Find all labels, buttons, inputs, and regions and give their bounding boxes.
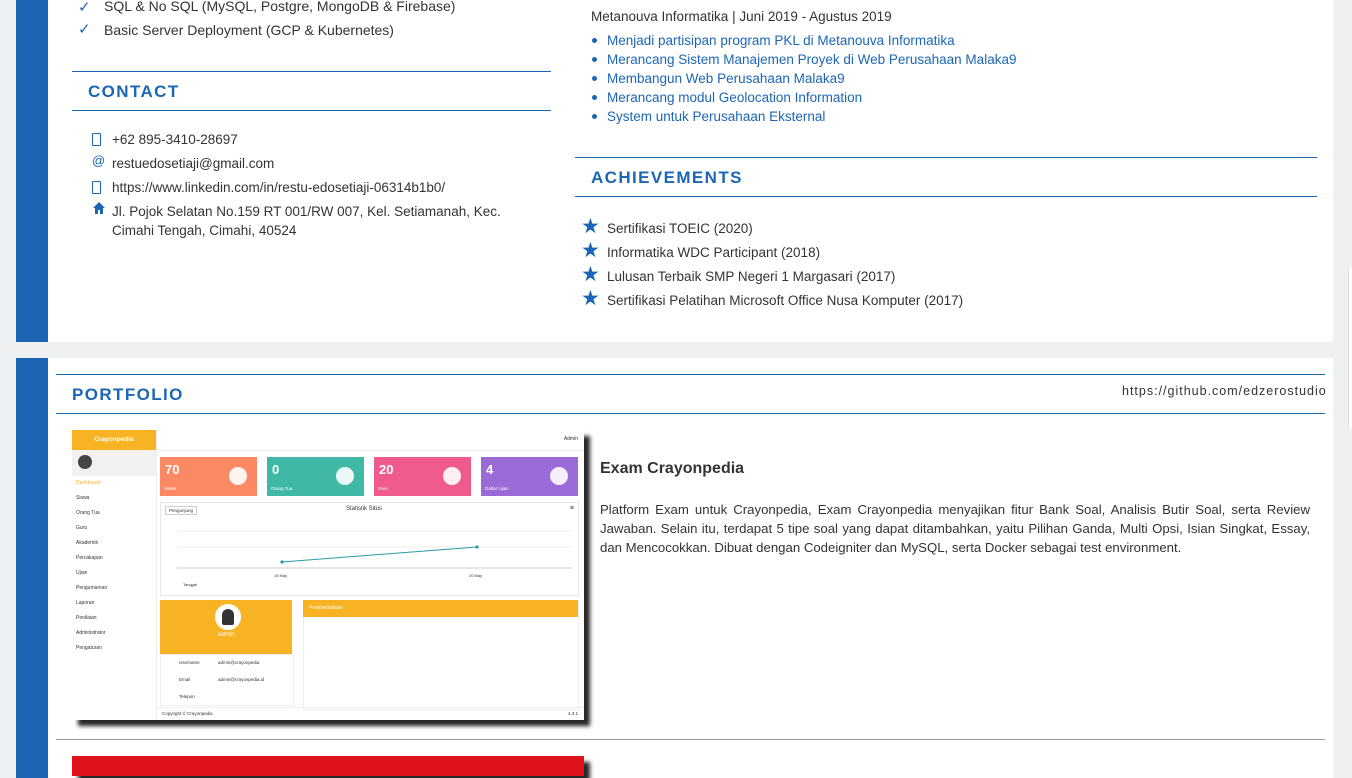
project-description: Platform Exam untuk Crayonpedia, Exam Cr…: [600, 502, 1310, 556]
chart-legend: Pengunjung: [165, 506, 198, 515]
check-icon: ✓: [78, 21, 91, 38]
app-menu-item: Orang Tua: [76, 510, 100, 516]
app-menu-item: Penilaian: [76, 615, 97, 621]
stat-tile: 70 Siswa: [160, 457, 257, 496]
linkedin-icon: [92, 178, 106, 194]
profile-key: Username: [179, 660, 200, 665]
profile-key: Telepon: [179, 694, 195, 699]
experience-item: Menjadi partisipan program PKL di Metano…: [591, 31, 1016, 50]
stat-number: 70: [165, 462, 180, 477]
chart-tick: 20 May: [469, 573, 483, 578]
home-icon: [92, 201, 106, 217]
profile-key: Email: [179, 677, 191, 682]
chart-tick: 15 May: [274, 573, 288, 578]
stat-tile: 4 Daftar Ujian: [481, 457, 578, 496]
profile-name: Admin: [217, 632, 235, 638]
stat-tile: 0 Orang Tua: [267, 457, 364, 496]
profile-value: admin@crayonpedia.id: [218, 677, 265, 682]
contact-title: CONTACT: [88, 82, 180, 101]
section-divider: [72, 71, 551, 72]
stat-icon: [229, 467, 247, 485]
chart-title: Statistik Situs: [346, 506, 383, 512]
chart-xlabel: Tanggal: [183, 582, 198, 587]
phone-text: +62 895-3410-28697: [112, 132, 238, 147]
address-text: Jl. Pojok Selatan No.159 RT 001/RW 007, …: [112, 204, 501, 238]
portfolio-title: PORTFOLIO: [72, 385, 184, 404]
email-text[interactable]: restuedosetiaji@gmail.com: [112, 154, 552, 173]
stat-icon: [336, 467, 354, 485]
stat-label: Guru: [378, 486, 389, 491]
copyright-text: Copyright © Crayonpedia: [162, 711, 213, 716]
experience-heading: Metanouva Informatika | Juni 2019 - Agus…: [591, 9, 892, 24]
app-menu-item: Laporan: [76, 600, 95, 606]
app-user-label: Admin: [563, 436, 578, 442]
skill-label: Basic Server Deployment (GCP & Kubernete…: [104, 22, 394, 38]
experience-item: Membangun Web Perusahaan Malaka9: [591, 69, 1016, 88]
app-menu-item: Guru: [76, 525, 88, 531]
stat-number: 20: [379, 462, 394, 477]
accent-bar: [16, 0, 48, 342]
experience-list: Menjadi partisipan program PKL di Metano…: [591, 31, 1016, 126]
section-divider: [56, 413, 1325, 414]
app-topbar: Admin: [156, 430, 584, 451]
achievement-label: Sertifikasi Pelatihan Microsoft Office N…: [607, 293, 964, 308]
stat-tile: 20 Guru: [374, 457, 471, 496]
hamburger-icon[interactable]: ≡: [570, 505, 574, 512]
stat-label: Orang Tua: [271, 486, 293, 491]
version-text: 4.3.1: [567, 711, 578, 716]
avatar: [78, 455, 92, 469]
achievements-title: ACHIEVEMENTS: [591, 168, 743, 187]
star-icon: ★: [581, 239, 600, 262]
profile-table: Username admin@crayonpedia Email admin@c…: [160, 654, 294, 706]
app-footer: Copyright © Crayonpedia 4.3.1: [156, 707, 584, 720]
project-screenshot[interactable]: Crayonpedia Dashboard Siswa Orang Tua Gu…: [72, 430, 584, 720]
stat-label: Daftar Ujian: [485, 486, 509, 491]
app-menu-item: Percakapan: [76, 555, 103, 561]
stat-number: 4: [486, 462, 494, 477]
app-menu-item: Siswa: [76, 495, 90, 501]
experience-item: System untuk Perusahaan Eksternal: [591, 107, 1016, 126]
project-title: Exam Crayonpedia: [600, 460, 745, 477]
profile-value: admin@crayonpedia: [218, 660, 260, 665]
achievement-label: Lulusan Terbaik SMP Negeri 1 Margasari (…: [607, 269, 896, 284]
at-icon: @: [92, 153, 106, 168]
accent-bar: [16, 358, 48, 778]
experience-item: Merancang Sistem Manajemen Proyek di Web…: [591, 50, 1016, 69]
star-icon: ★: [581, 263, 600, 286]
app-menu-item: Ujian: [76, 570, 88, 576]
avatar: [215, 604, 241, 630]
app-menu-item: Administrator: [76, 630, 106, 636]
section-divider: [575, 196, 1317, 197]
github-link[interactable]: https://github.com/edzerostudio: [1122, 384, 1327, 398]
app-menu-item: Pengumuman: [76, 585, 108, 591]
app-menu-item: Pengaturan: [76, 645, 102, 651]
notification-title: Pemberitahuan: [303, 600, 578, 617]
project-divider: [56, 739, 1325, 740]
stats-chart: Pengunjung Statistik Situs ≡ 15 May 20 M…: [160, 502, 579, 596]
achievement-label: Sertifikasi TOEIC (2020): [607, 221, 753, 236]
scrollbar[interactable]: [1348, 268, 1352, 428]
skill-label: SQL & No SQL (MySQL, Postgre, MongoDB & …: [104, 0, 456, 14]
phone-icon: [92, 130, 106, 146]
achievement-label: Informatika WDC Participant (2018): [607, 245, 821, 260]
stat-icon: [550, 467, 568, 485]
stat-number: 0: [272, 462, 280, 477]
experience-item: Merancang modul Geolocation Information: [591, 88, 1016, 107]
stat-label: Siswa: [164, 486, 177, 491]
next-project-thumbnail[interactable]: [72, 756, 584, 776]
star-icon: ★: [581, 287, 600, 310]
stat-icon: [443, 467, 461, 485]
app-menu-item: Dashboard: [76, 480, 101, 486]
section-divider: [575, 157, 1317, 158]
section-divider: [72, 110, 551, 111]
app-brand: Crayonpedia: [72, 430, 156, 450]
section-divider: [56, 374, 1325, 375]
linkedin-link[interactable]: https://www.linkedin.com/in/restu-edoset…: [112, 178, 552, 197]
star-icon: ★: [581, 215, 600, 238]
app-menu-item: Akademik: [76, 540, 98, 546]
check-icon: ✓: [78, 0, 91, 16]
